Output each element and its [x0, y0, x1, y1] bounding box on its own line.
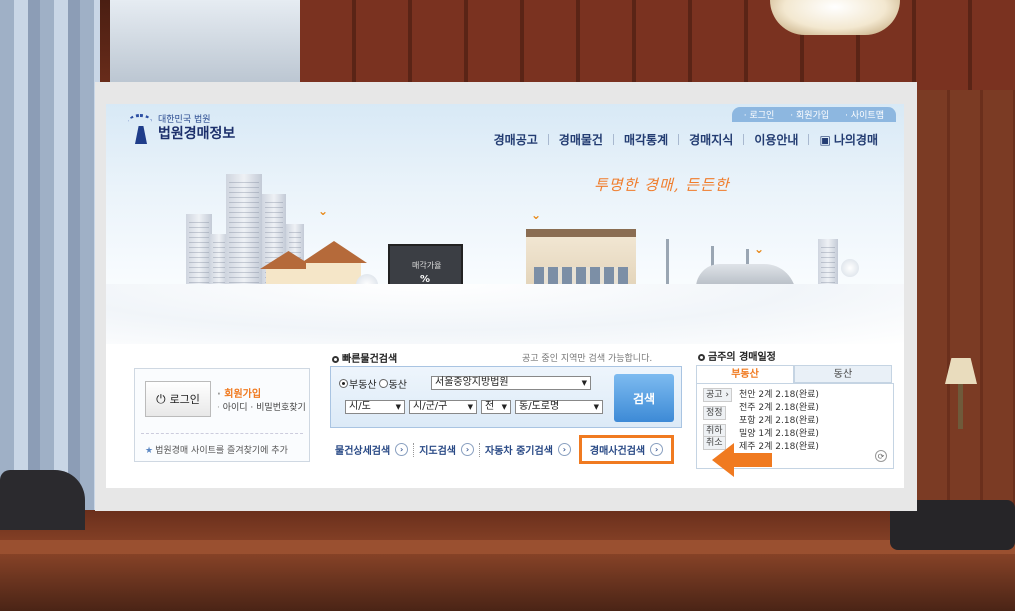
ceiling-lamp: [770, 0, 900, 35]
jeon-select[interactable]: 전 ▼: [481, 400, 511, 414]
nav-sale-stats[interactable]: 매각통계: [614, 131, 678, 148]
movable-label: 동산: [388, 380, 408, 391]
callout-arrow-icon: [712, 443, 772, 477]
tab-map-search[interactable]: 지도검색 ›: [414, 442, 479, 457]
add-favorite-link[interactable]: ★ 법원경매 사이트를 즐겨찾기에 추가: [145, 443, 288, 456]
login-button[interactable]: ⏻ 로그인: [145, 381, 211, 417]
logo-subtitle: 대한민국 법원: [158, 115, 211, 125]
nav-my-auction[interactable]: ▣ 나의경매: [809, 131, 888, 148]
bench-rail: [0, 540, 1015, 554]
weekly-schedule-title-text: 금주의 경매일정: [708, 352, 776, 363]
chevron-down-icon: ⌄: [754, 242, 765, 256]
list-item[interactable]: 천안 2계 2.18(완료): [739, 389, 819, 402]
main-nav: 경매공고 경매물건 매각통계 경매지식 이용안내 ▣ 나의경매: [484, 131, 888, 148]
logo-title: 법원경매정보: [158, 126, 236, 142]
tab-vehicle-search[interactable]: 자동차 중기검색 ›: [480, 442, 576, 457]
chevron-down-icon: ⌄: [318, 204, 329, 218]
chevron-right-icon: ›: [557, 443, 571, 456]
tab-real-estate[interactable]: 부동산: [696, 365, 794, 383]
sido-select[interactable]: 시/도 ▼: [345, 400, 405, 414]
site-logo[interactable]: 대한민국 법원 법원경매정보: [126, 112, 235, 146]
nav-auction-notice[interactable]: 경매공고: [484, 131, 548, 148]
court-emblem-icon: [126, 112, 154, 146]
dong-select-value: 동/도로명: [519, 401, 560, 412]
city-illustration: ⌄ ⌄ ⌄ 매각가율 %: [106, 164, 904, 344]
sigungu-select-value: 시/군/구: [413, 401, 448, 412]
utility-links: 로그인 회원가입 사이트맵: [731, 107, 896, 122]
login-box: ⏻ 로그인 회원가입 아이디 · 비밀번호찾기 ★법원경매 사이트를 즐겨찾기에…: [134, 368, 310, 462]
type-radio-group: 부동산 동산: [339, 376, 407, 391]
court-auction-site: 대한민국 법원 법원경매정보 로그인 회원가입 사이트맵 경매공고 경매물건 매…: [106, 104, 904, 488]
list-item[interactable]: 밀양 1계 2.18(완료): [739, 428, 819, 441]
wood-panel-wall: [300, 0, 1015, 90]
power-icon: ⏻: [156, 391, 166, 406]
bullet-icon: [698, 354, 705, 361]
nav-auction-knowledge[interactable]: 경매지식: [679, 131, 743, 148]
tab-case-search[interactable]: 경매사건검색 ›: [578, 435, 675, 464]
star-icon: ★: [145, 446, 154, 456]
quick-search-note: 공고 중인 지역만 검색 가능합니다.: [522, 354, 653, 364]
window-curtain: [0, 0, 100, 520]
right-wall: [917, 90, 1015, 510]
chair-left: [0, 470, 85, 530]
chevron-down-icon: ⌄: [531, 208, 542, 222]
login-link[interactable]: 로그인: [744, 108, 774, 121]
side-label-correction[interactable]: 정정: [703, 406, 726, 420]
sigungu-select[interactable]: 시/군/구 ▼: [409, 400, 477, 414]
site-header: 대한민국 법원 법원경매정보 로그인 회원가입 사이트맵 경매공고 경매물건 매…: [106, 104, 904, 344]
quick-search-box: 부동산 동산 서울중앙지방법원 ▼ 시/도 ▼ 시/군/구 ▼ 전 ▼ 동/도로명 ▼ 검…: [330, 366, 682, 428]
tab-detail-search[interactable]: 물건상세검색 ›: [330, 442, 413, 457]
search-button[interactable]: 검색: [614, 374, 674, 422]
login-button-label: 로그인: [169, 393, 200, 406]
billboard-label: 매각가율: [412, 261, 442, 270]
dong-select[interactable]: 동/도로명 ▼: [515, 400, 603, 414]
signup-link[interactable]: 회원가입: [217, 385, 261, 400]
tab-detail-search-label: 물건상세검색: [335, 446, 391, 457]
court-select[interactable]: 서울중앙지방법원 ▼: [431, 376, 591, 390]
search-tabs: 물건상세검색 › 지도검색 › 자동차 중기검색 › 경매사건검색 ›: [330, 435, 686, 464]
chevron-right-icon: ›: [461, 443, 475, 456]
window: [110, 0, 305, 90]
weekly-schedule-title: 금주의 경매일정: [698, 348, 776, 363]
tab-map-search-label: 지도검색: [419, 446, 457, 457]
signup-link[interactable]: 회원가입: [790, 108, 829, 121]
refresh-icon[interactable]: ⟳: [875, 450, 887, 462]
side-label-notice[interactable]: 공고 ›: [703, 388, 733, 402]
nav-my-auction-label: 나의경매: [833, 133, 878, 147]
court-select-value: 서울중앙지방법원: [435, 377, 509, 388]
real-estate-radio[interactable]: [339, 379, 348, 388]
quick-search-title: 빠른물건검색: [332, 350, 397, 365]
tab-movable[interactable]: 동산: [794, 365, 892, 383]
desk-lamp-stem: [958, 384, 963, 429]
find-id-password-link[interactable]: 아이디 · 비밀번호찾기: [217, 400, 306, 413]
chevron-right-icon: ›: [650, 443, 664, 456]
chevron-right-icon: ›: [395, 443, 409, 456]
quick-search-title-text: 빠른물건검색: [342, 354, 398, 365]
list-item[interactable]: 포항 2계 2.18(완료): [739, 415, 819, 428]
jeon-select-value: 전: [485, 401, 495, 412]
favorite-label: 법원경매 사이트를 즐겨찾기에 추가: [155, 446, 288, 456]
sido-select-value: 시/도: [349, 401, 371, 412]
nav-auction-items[interactable]: 경매물건: [549, 131, 613, 148]
real-estate-label: 부동산: [349, 380, 377, 391]
tab-case-search-label: 경매사건검색: [589, 446, 646, 457]
movable-radio[interactable]: [378, 379, 388, 388]
book-icon: ▣: [819, 133, 831, 147]
nav-usage-guide[interactable]: 이용안내: [744, 131, 808, 148]
tab-vehicle-search-label: 자동차 중기검색: [485, 446, 553, 457]
sitemap-link[interactable]: 사이트맵: [845, 108, 884, 121]
list-item[interactable]: 전주 2계 2.18(완료): [739, 402, 819, 415]
judge-bench: [0, 510, 1015, 611]
bullet-icon: [332, 356, 339, 363]
